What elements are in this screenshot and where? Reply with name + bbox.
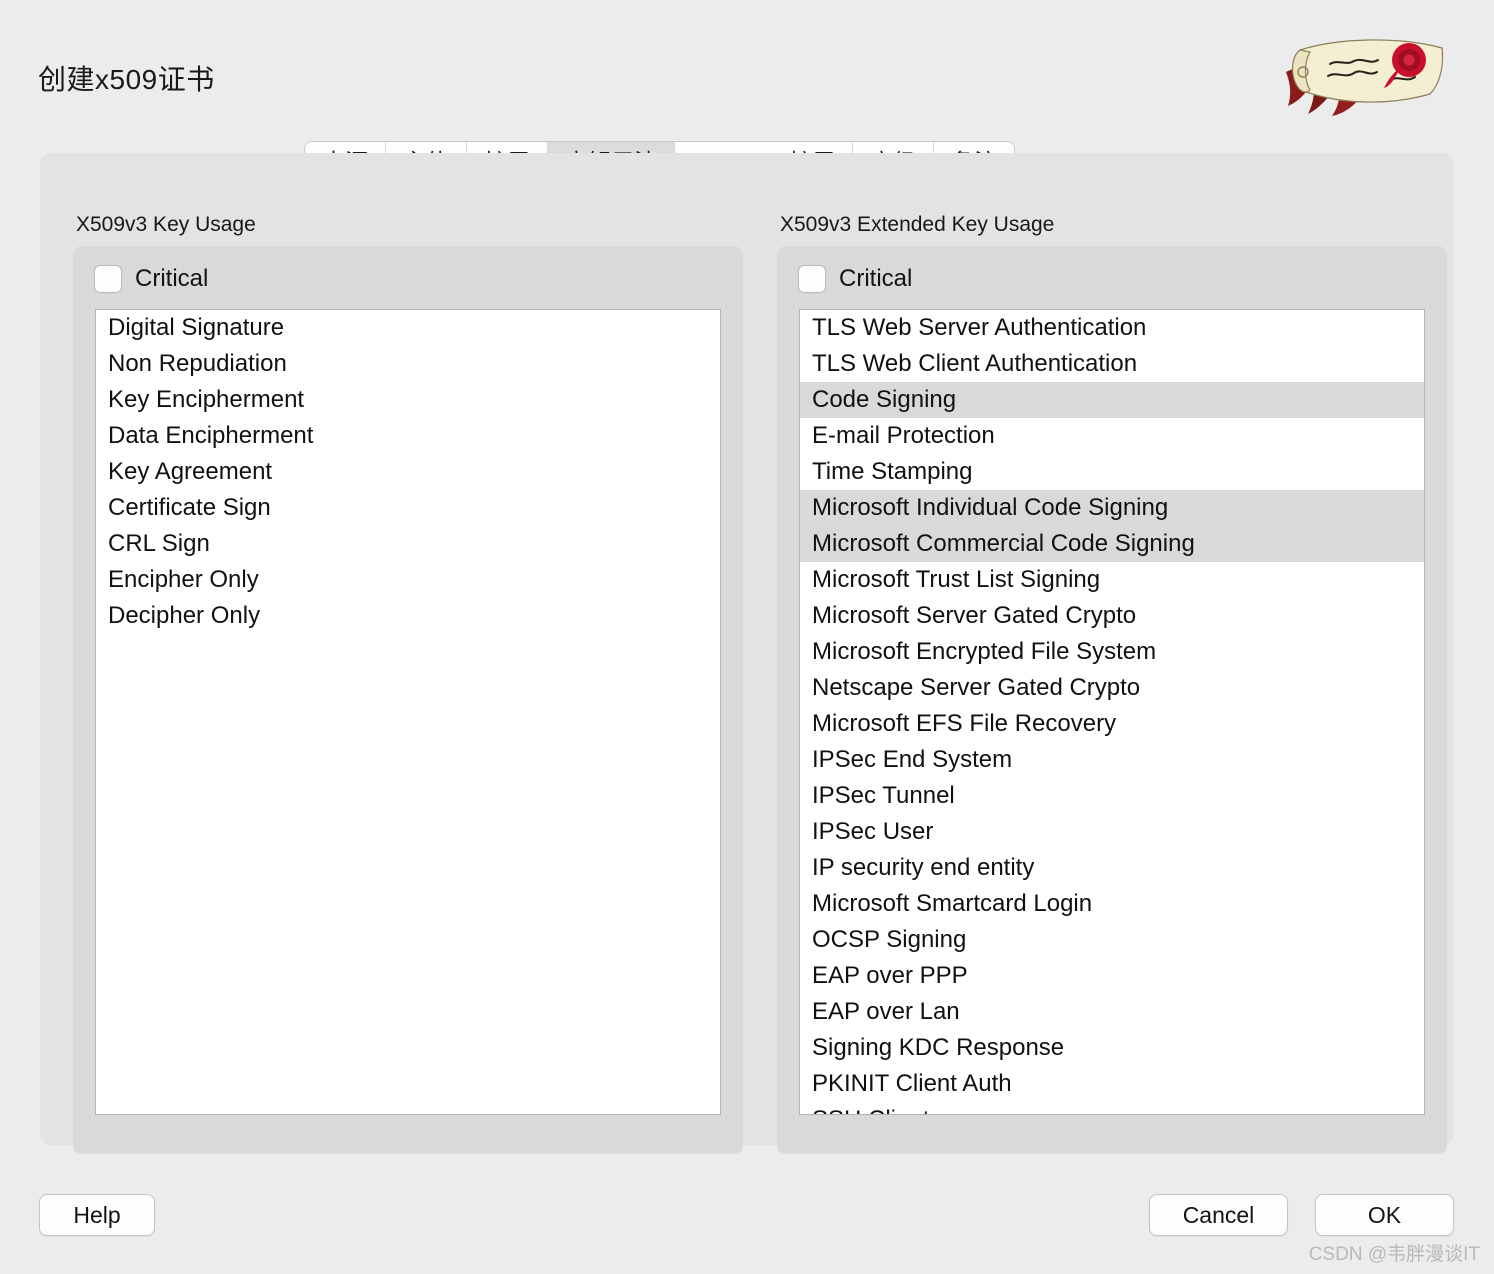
tab-page-key-usage: X509v3 Key Usage Critical Digital Signat… (40, 153, 1454, 1154)
list-item[interactable]: Data Encipherment (96, 418, 720, 454)
ok-button[interactable]: OK (1316, 1195, 1453, 1235)
list-item[interactable]: EAP over PPP (800, 958, 1424, 994)
list-item[interactable]: EAP over Lan (800, 994, 1424, 1030)
list-item[interactable]: SSH Client (800, 1102, 1424, 1114)
extended-key-usage-critical-label: Critical (839, 265, 913, 292)
list-item[interactable]: Decipher Only (96, 598, 720, 634)
extended-key-usage-critical-checkbox[interactable] (799, 266, 825, 292)
help-button[interactable]: Help (40, 1195, 154, 1235)
cancel-button[interactable]: Cancel (1150, 1195, 1287, 1235)
list-item[interactable]: Microsoft Individual Code Signing (800, 490, 1424, 526)
xca-scroll-rose-logo-icon (1258, 28, 1458, 128)
list-item[interactable]: Microsoft EFS File Recovery (800, 706, 1424, 742)
list-item[interactable]: CRL Sign (96, 526, 720, 562)
list-item[interactable]: IPSec Tunnel (800, 778, 1424, 814)
list-item[interactable]: Key Agreement (96, 454, 720, 490)
list-item[interactable]: Microsoft Smartcard Login (800, 886, 1424, 922)
list-item[interactable]: IPSec User (800, 814, 1424, 850)
extended-key-usage-caption: X509v3 Extended Key Usage (780, 213, 1055, 236)
list-item[interactable]: IP security end entity (800, 850, 1424, 886)
list-item[interactable]: Key Encipherment (96, 382, 720, 418)
list-item[interactable]: Encipher Only (96, 562, 720, 598)
list-item[interactable]: Microsoft Encrypted File System (800, 634, 1424, 670)
extended-key-usage-list[interactable]: TLS Web Server Authentication TLS Web Cli… (799, 309, 1425, 1115)
list-item[interactable]: IPSec End System (800, 742, 1424, 778)
key-usage-caption: X509v3 Key Usage (76, 213, 256, 236)
list-item[interactable]: Signing KDC Response (800, 1030, 1424, 1066)
key-usage-critical-label: Critical (135, 265, 209, 292)
extended-key-usage-column: X509v3 Extended Key Usage Critical TLS W… (777, 213, 1447, 1154)
list-item[interactable]: TLS Web Client Authentication (800, 346, 1424, 382)
list-item[interactable]: Certificate Sign (96, 490, 720, 526)
watermark: CSDN @韦胖漫谈IT (1308, 1244, 1480, 1265)
key-usage-column: X509v3 Key Usage Critical Digital Signat… (73, 213, 743, 1154)
extended-key-usage-critical-checkbox-row[interactable]: Critical (799, 260, 1425, 298)
list-item[interactable]: Microsoft Server Gated Crypto (800, 598, 1424, 634)
list-item[interactable]: Non Repudiation (96, 346, 720, 382)
key-usage-group: Critical Digital Signature Non Repudiatio… (73, 246, 743, 1154)
list-item[interactable]: OCSP Signing (800, 922, 1424, 958)
key-usage-list[interactable]: Digital Signature Non Repudiation Key Enci… (95, 309, 721, 1115)
list-item[interactable]: TLS Web Server Authentication (800, 310, 1424, 346)
list-item[interactable]: Netscape Server Gated Crypto (800, 670, 1424, 706)
list-item[interactable]: Digital Signature (96, 310, 720, 346)
key-usage-critical-checkbox-row[interactable]: Critical (95, 260, 721, 298)
list-item[interactable]: Code Signing (800, 382, 1424, 418)
page-title: 创建x509证书 (38, 64, 215, 95)
list-item[interactable]: E-mail Protection (800, 418, 1424, 454)
key-usage-critical-checkbox[interactable] (95, 266, 121, 292)
list-item[interactable]: PKINIT Client Auth (800, 1066, 1424, 1102)
list-item[interactable]: Microsoft Trust List Signing (800, 562, 1424, 598)
list-item[interactable]: Microsoft Commercial Code Signing (800, 526, 1424, 562)
list-item[interactable]: Time Stamping (800, 454, 1424, 490)
extended-key-usage-group: Critical TLS Web Server Authentication TL… (777, 246, 1447, 1154)
